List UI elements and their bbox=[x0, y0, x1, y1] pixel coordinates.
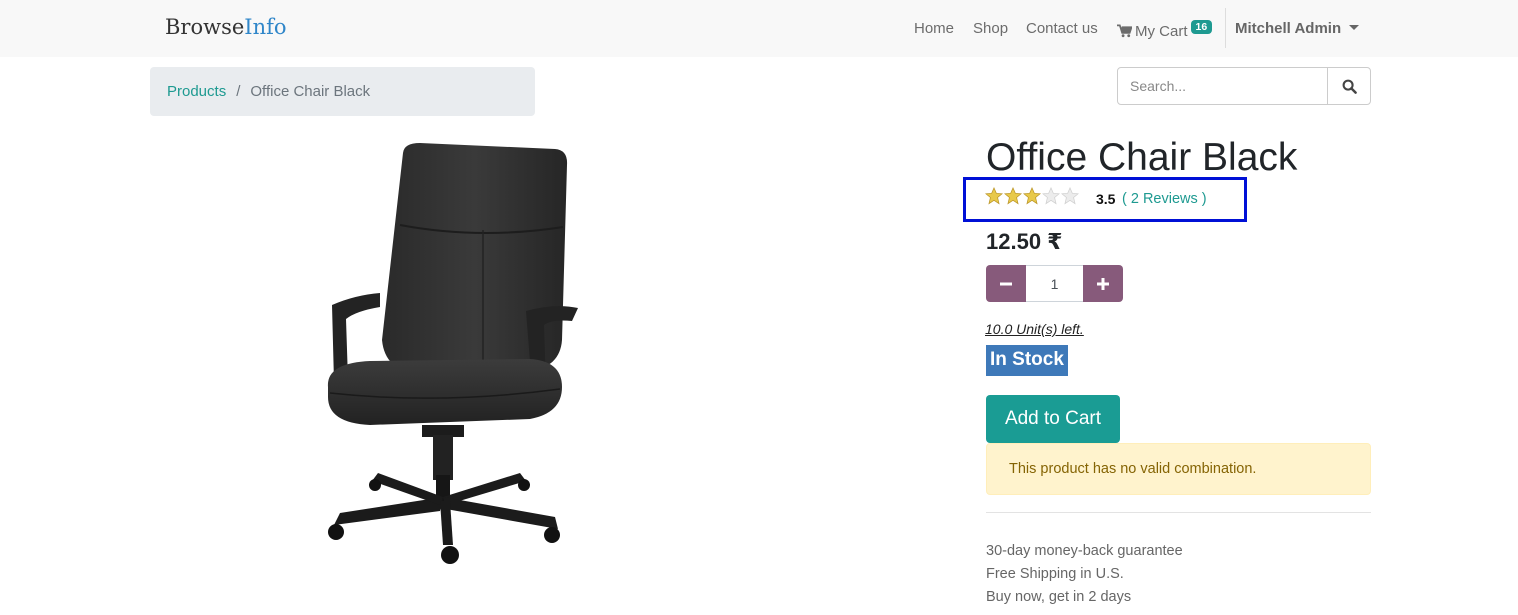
reviews-link[interactable]: ( 2 Reviews ) bbox=[1122, 191, 1207, 207]
product-price: 12.50 ₹ bbox=[986, 229, 1063, 254]
guarantee-line: Buy now, get in 2 days bbox=[986, 589, 1132, 605]
cart-label: My Cart bbox=[1135, 23, 1188, 40]
decrease-quantity-button[interactable] bbox=[986, 265, 1026, 302]
rating-stars bbox=[985, 187, 1079, 207]
quantity-stepper bbox=[986, 265, 1123, 303]
nav-cart-link[interactable]: My Cart 16 bbox=[1117, 20, 1213, 42]
add-to-cart-button[interactable]: Add to Cart bbox=[986, 395, 1120, 443]
quantity-input[interactable] bbox=[1026, 265, 1083, 302]
brand-logo[interactable]: BrowseInfo bbox=[165, 15, 287, 39]
minus-icon bbox=[1000, 282, 1012, 285]
user-menu-dropdown[interactable]: Mitchell Admin bbox=[1235, 20, 1360, 37]
cart-count-badge: 16 bbox=[1190, 20, 1213, 34]
chevron-down-icon bbox=[1349, 25, 1360, 30]
units-left-text: 10.0 Unit(s) left. bbox=[985, 321, 1084, 337]
nav-divider bbox=[1225, 8, 1226, 48]
increase-quantity-button[interactable] bbox=[1083, 265, 1123, 302]
star-empty-icon bbox=[1061, 187, 1079, 205]
product-image bbox=[300, 135, 600, 575]
star-empty-icon bbox=[1042, 187, 1060, 205]
search-input[interactable] bbox=[1118, 68, 1328, 104]
plus-icon bbox=[1097, 277, 1109, 290]
breadcrumb: Products / Office Chair Black bbox=[150, 67, 535, 116]
rating-value: 3.5 bbox=[1096, 191, 1116, 207]
top-navbar: BrowseInfo Home Shop Contact us My Cart 1… bbox=[0, 0, 1518, 57]
search-box bbox=[1117, 67, 1371, 105]
nav-contact-link[interactable]: Contact us bbox=[1026, 20, 1098, 37]
nav-home-link[interactable]: Home bbox=[914, 20, 954, 37]
breadcrumb-products-link[interactable]: Products bbox=[167, 83, 226, 100]
breadcrumb-current: Office Chair Black bbox=[250, 83, 371, 100]
brand-logo-part2: Info bbox=[244, 15, 287, 39]
invalid-combination-alert: This product has no valid combination. bbox=[986, 443, 1371, 495]
star-filled-icon bbox=[1023, 187, 1041, 205]
product-title: Office Chair Black bbox=[986, 136, 1298, 179]
user-name: Mitchell Admin bbox=[1235, 20, 1342, 37]
breadcrumb-separator: / bbox=[236, 83, 241, 100]
brand-logo-part1: Browse bbox=[165, 15, 245, 39]
shopping-cart-icon bbox=[1117, 24, 1133, 42]
guarantee-line: 30-day money-back guarantee bbox=[986, 543, 1183, 559]
star-filled-icon bbox=[985, 187, 1003, 205]
guarantee-line: Free Shipping in U.S. bbox=[986, 566, 1124, 582]
star-filled-icon bbox=[1004, 187, 1022, 205]
stock-status-badge: In Stock bbox=[986, 345, 1068, 376]
nav-shop-link[interactable]: Shop bbox=[973, 20, 1008, 37]
divider bbox=[986, 512, 1371, 513]
search-icon bbox=[1342, 79, 1357, 94]
search-button[interactable] bbox=[1327, 68, 1370, 104]
